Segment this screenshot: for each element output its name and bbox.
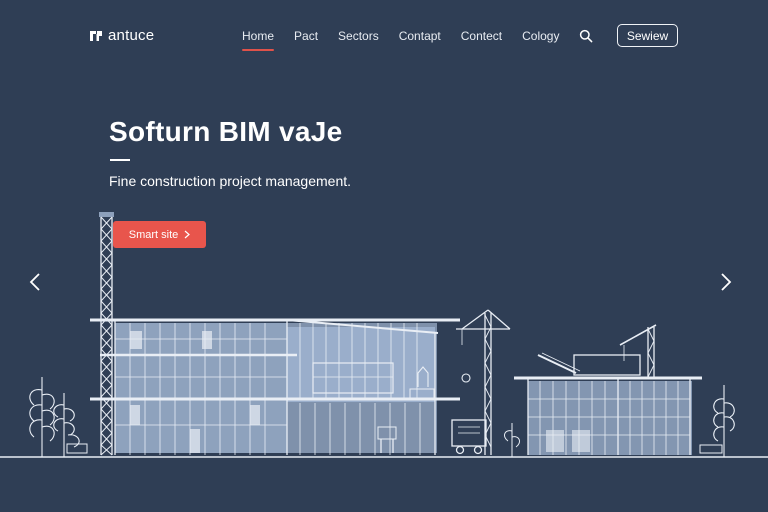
carousel-next-icon[interactable] <box>718 270 734 294</box>
brand-name: antuce <box>108 27 155 44</box>
main-building <box>90 318 460 455</box>
site-trailer <box>451 419 487 455</box>
smart-site-label: Smart site <box>128 228 179 241</box>
nav-link-pact[interactable]: Pact <box>284 29 328 43</box>
nav-link-home[interactable]: Home <box>232 29 284 51</box>
tower-crane-right <box>619 324 657 378</box>
lattice-tower <box>99 212 114 456</box>
nav-link-sectors[interactable]: Sectors <box>328 29 389 43</box>
carousel-prev-icon[interactable] <box>27 270 43 294</box>
tree-right <box>713 385 735 457</box>
nav-link-contect[interactable]: Contect <box>451 29 512 43</box>
nav-link-contapt[interactable]: Contapt <box>389 29 451 43</box>
hero-title: Softurn BIM vaJe <box>109 116 343 147</box>
hero-page: antuce Home Pact Sectors Contapt Contect… <box>0 0 768 512</box>
smart-site-button[interactable]: Smart site <box>113 221 206 248</box>
tree-small-center <box>504 423 520 457</box>
brand-logo[interactable]: antuce <box>88 27 154 44</box>
search-icon[interactable] <box>579 29 593 43</box>
sewiew-button[interactable]: Sewiew <box>617 24 678 47</box>
tree-left-2 <box>53 393 80 457</box>
chevron-right-icon <box>184 230 191 239</box>
hero-subtitle: Fine construction project management. <box>109 173 352 189</box>
tree-left-1 <box>29 377 55 457</box>
top-navigation: antuce Home Pact Sectors Contapt Contect… <box>0 0 768 74</box>
secondary-building <box>514 352 702 455</box>
nav-link-cology[interactable]: Cology <box>512 29 569 43</box>
brand-mark-icon <box>90 30 102 41</box>
title-divider <box>110 159 130 161</box>
construction-illustration <box>0 212 768 458</box>
nav-links: Home Pact Sectors Contapt Contect Cology <box>232 29 569 51</box>
